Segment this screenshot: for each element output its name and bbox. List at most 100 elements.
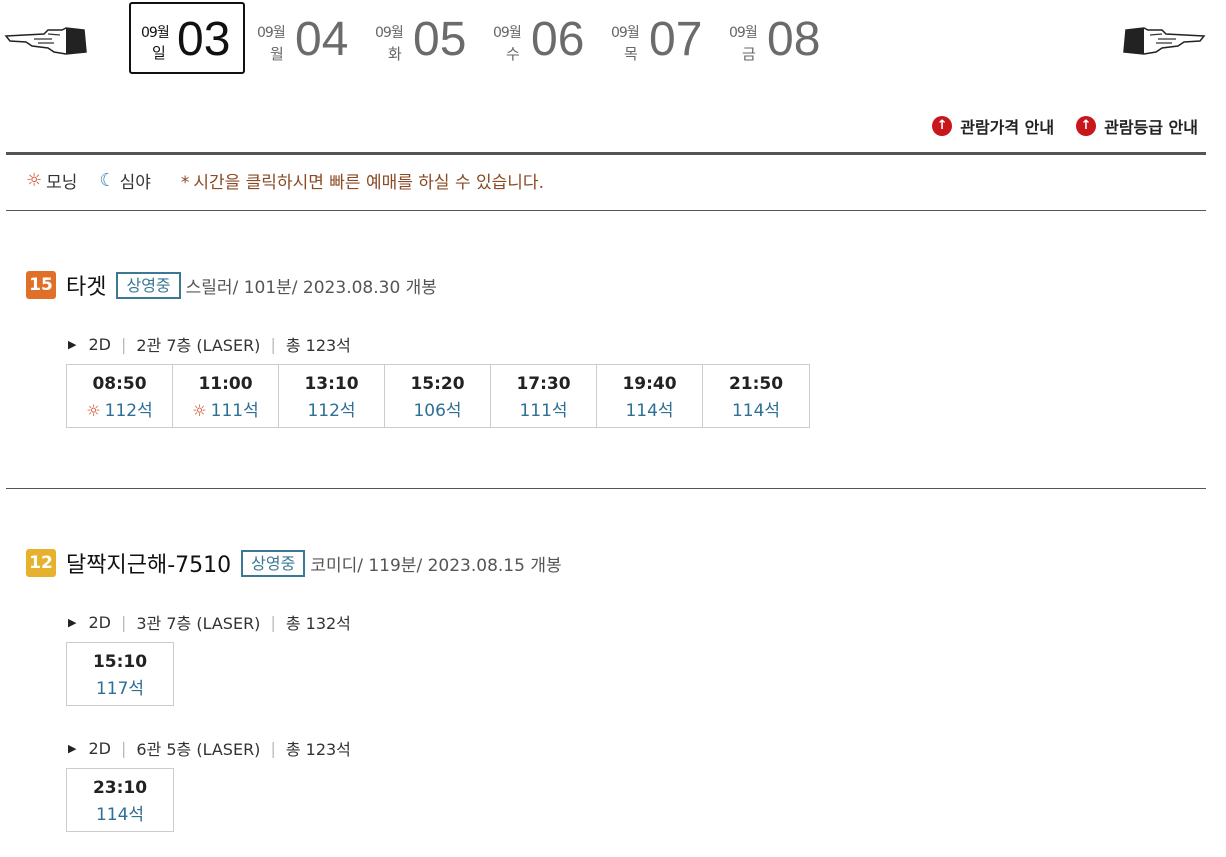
- showtime-slot[interactable]: 13:10 112석: [279, 365, 385, 427]
- available-seats: 114석: [731, 401, 781, 421]
- red-up-arrow-icon: [932, 116, 953, 136]
- available-seats: 106석: [413, 401, 462, 421]
- available-seats: 117석: [95, 679, 145, 699]
- rating-info-label: 관람등급 안내: [1104, 118, 1198, 137]
- pointing-hand-left-icon[interactable]: [4, 22, 88, 58]
- date-tab[interactable]: 09월 목 07: [601, 2, 719, 74]
- screen-format: 2D: [88, 334, 111, 354]
- date-day: 03: [177, 13, 231, 66]
- notice-text: 시간을 클릭하시면 빠른 예매를 하실 수 있습니다.: [193, 173, 544, 193]
- showtime-slot[interactable]: 23:10 114석: [67, 769, 173, 831]
- legend-morning: ☼ 모닝: [26, 168, 77, 193]
- moon-icon: ☾: [99, 170, 116, 191]
- legend-morning-label: 모닝: [46, 173, 78, 193]
- date-month: 09월: [257, 25, 286, 41]
- date-month: 09월: [493, 25, 522, 41]
- date-month: 09월: [375, 25, 404, 41]
- showtime-list: 15:10 117석: [66, 642, 174, 706]
- total-seats: 총 123석: [285, 336, 351, 355]
- available-seats: 112석: [104, 401, 153, 421]
- date-day: 08: [767, 13, 821, 66]
- date-tab-active[interactable]: 09월 일 03: [129, 2, 245, 74]
- available-seats: 114석: [625, 401, 674, 421]
- separator: |: [270, 612, 276, 632]
- divider: [6, 210, 1206, 211]
- movie-meta: 코미디/ 119분/ 2023.08.15 개봉: [310, 555, 562, 576]
- sun-icon: ☼: [26, 170, 43, 191]
- date-day: 04: [295, 13, 349, 66]
- date-weekday: 화: [388, 45, 402, 63]
- showtime-time: 08:50: [92, 374, 147, 394]
- separator: |: [120, 612, 127, 632]
- date-tab[interactable]: 09월 화 05: [365, 2, 483, 74]
- total-seats: 총 132석: [285, 614, 351, 633]
- showtime-list: 08:50 ☼ 112석 11:00 ☼ 111석 13:10 112석 15:20…: [66, 364, 810, 428]
- date-tab[interactable]: 09월 수 06: [483, 2, 601, 74]
- hall-name: 6관 5층 (LASER): [136, 740, 261, 759]
- showtime-slot[interactable]: 08:50 ☼ 112석: [67, 365, 173, 427]
- movie-title[interactable]: 달짝지근해-7510: [66, 547, 231, 579]
- showtime-list: 23:10 114석: [66, 768, 174, 832]
- divider: [6, 152, 1206, 155]
- rating-badge-15: 15: [26, 271, 56, 299]
- separator: |: [120, 738, 127, 758]
- showtime-time: 19:40: [622, 374, 677, 394]
- date-weekday: 수: [506, 45, 520, 63]
- showtime-time: 23:10: [92, 778, 148, 798]
- separator: |: [270, 738, 276, 758]
- notice-asterisk: *: [180, 173, 190, 193]
- date-day: 05: [413, 13, 467, 66]
- hall-info: ▶ 2D | 6관 5층 (LASER) | 총 123석: [68, 736, 351, 760]
- movie-meta: 스릴러/ 101분/ 2023.08.30 개봉: [185, 277, 437, 298]
- date-day: 06: [531, 13, 585, 66]
- legend-late-night-label: 심야: [119, 173, 151, 193]
- available-seats: 111석: [210, 401, 259, 421]
- date-month: 09월: [141, 25, 170, 41]
- triangle-right-icon: ▶: [68, 337, 77, 351]
- date-day: 07: [649, 13, 703, 66]
- showtime-slot[interactable]: 15:10 117석: [67, 643, 173, 705]
- showtime-slot[interactable]: 17:30 111석: [491, 365, 597, 427]
- red-up-arrow-icon: [1076, 116, 1097, 136]
- date-bar: 09월 일 03 09월 월 04 09월 화 05 09월 수 06 09월 …: [0, 0, 1226, 90]
- showtime-time: 15:10: [92, 652, 148, 672]
- showtime-slot[interactable]: 21:50 114석: [703, 365, 809, 427]
- rating-info-link[interactable]: 관람등급 안내: [1076, 114, 1198, 138]
- showtime-time: 11:00: [198, 374, 253, 394]
- hall-name: 3관 7층 (LASER): [136, 614, 261, 633]
- price-info-link[interactable]: 관람가격 안내: [932, 114, 1054, 138]
- sun-icon: ☼: [192, 401, 207, 420]
- date-weekday: 금: [742, 45, 756, 63]
- hall-info: ▶ 2D | 3관 7층 (LASER) | 총 132석: [68, 610, 351, 634]
- total-seats: 총 123석: [285, 740, 351, 759]
- showtime-slot[interactable]: 15:20 106석: [385, 365, 491, 427]
- pointing-hand-right-icon[interactable]: [1122, 22, 1206, 58]
- triangle-right-icon: ▶: [68, 615, 77, 629]
- date-month: 09월: [729, 25, 758, 41]
- available-seats: 112석: [307, 401, 356, 421]
- screen-format: 2D: [88, 738, 111, 758]
- movie-title[interactable]: 타겟: [66, 269, 106, 301]
- showtime-slot[interactable]: 19:40 114석: [597, 365, 703, 427]
- date-weekday: 월: [270, 45, 284, 63]
- date-list: 09월 일 03 09월 월 04 09월 화 05 09월 수 06 09월 …: [129, 2, 837, 74]
- showtime-slot[interactable]: 11:00 ☼ 111석: [173, 365, 279, 427]
- date-weekday: 일: [152, 44, 166, 62]
- legend: ☼ 모닝 ☾ 심야 * 시간을 클릭하시면 빠른 예매를 하실 수 있습니다.: [26, 168, 544, 193]
- showtime-time: 13:10: [304, 374, 359, 394]
- movie-header: 12 달짝지근해-7510 상영중 코미디/ 119분/ 2023.08.15 …: [26, 548, 562, 578]
- date-tab[interactable]: 09월 월 04: [247, 2, 365, 74]
- movie-header: 15 타겟 상영중 스릴러/ 101분/ 2023.08.30 개봉: [26, 270, 437, 300]
- showtime-time: 17:30: [516, 374, 571, 394]
- booking-notice: * 시간을 클릭하시면 빠른 예매를 하실 수 있습니다.: [181, 168, 544, 193]
- sun-icon: ☼: [86, 401, 101, 420]
- date-month: 09월: [611, 25, 640, 41]
- date-tab[interactable]: 09월 금 08: [719, 2, 837, 74]
- rating-badge-12: 12: [26, 549, 56, 577]
- separator: |: [120, 334, 127, 354]
- status-badge: 상영중: [116, 271, 181, 299]
- hall-info: ▶ 2D | 2관 7층 (LASER) | 총 123석: [68, 332, 351, 356]
- available-seats: 111석: [519, 401, 568, 421]
- showtime-time: 15:20: [410, 374, 465, 394]
- triangle-right-icon: ▶: [68, 741, 77, 755]
